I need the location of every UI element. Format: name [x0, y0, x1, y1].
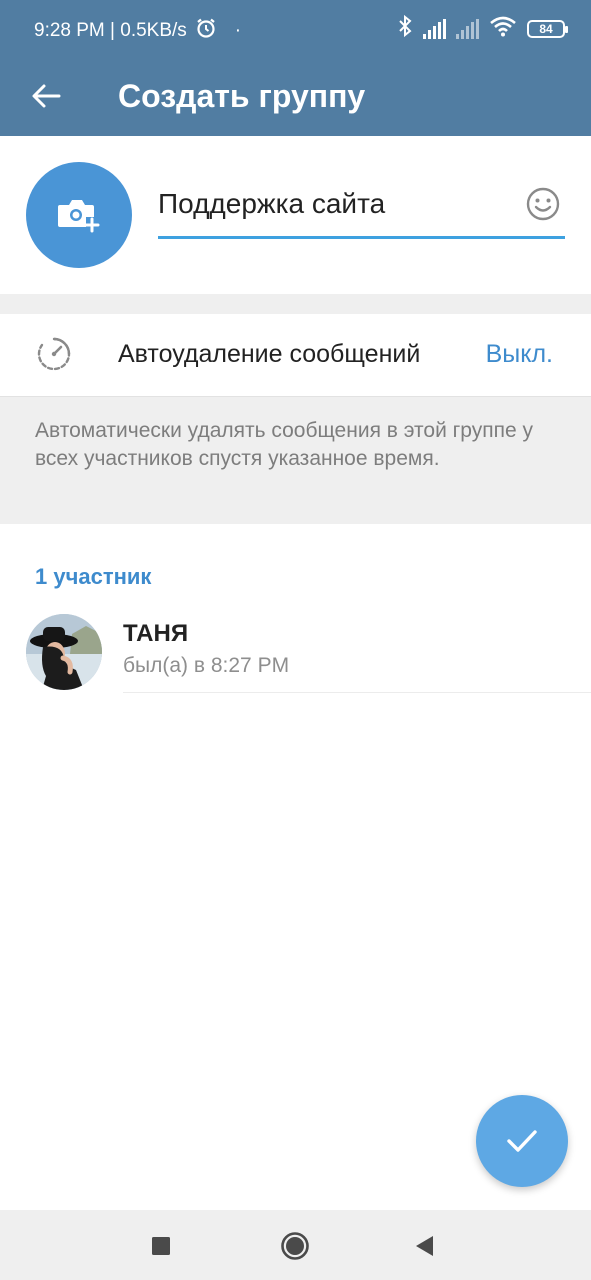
timer-icon [37, 337, 71, 371]
system-nav-bar [0, 1210, 591, 1280]
member-name: ТАНЯ [123, 620, 189, 647]
back-nav-button[interactable] [406, 1228, 442, 1264]
autodelete-hint: Автоматически удалять сообщения в этой г… [35, 419, 534, 470]
create-group-confirm-button[interactable] [476, 1095, 568, 1187]
arrow-left-icon [32, 84, 61, 108]
battery-icon: 84 [527, 19, 568, 38]
autodelete-row[interactable]: Автоудаление сообщений Выкл. [0, 314, 591, 396]
set-group-photo-button[interactable] [26, 162, 132, 268]
member-list-item[interactable]: ТАНЯ был(а) в 8:27 PM [0, 606, 591, 694]
status-time-speed: 9:28 PM | 0.5KB/s [34, 20, 187, 41]
autodelete-hint-block: Автоматически удалять сообщения в этой г… [0, 396, 591, 524]
status-right: 84 [397, 14, 568, 43]
signal-x-icon [456, 18, 479, 39]
group-header [0, 136, 591, 294]
group-name-input[interactable] [158, 188, 508, 220]
circle-icon [281, 1232, 309, 1260]
home-button[interactable] [277, 1228, 313, 1264]
wifi-icon [489, 15, 517, 42]
alarm-icon [195, 17, 217, 45]
signal-icon [423, 18, 446, 39]
app-bar: Создать группу [0, 56, 591, 136]
bluetooth-icon [397, 14, 413, 43]
smile-icon [526, 187, 560, 221]
members-count-header: 1 участник [35, 564, 152, 589]
camera-add-icon [58, 200, 100, 233]
recents-button[interactable] [143, 1228, 179, 1264]
page-title: Создать группу [118, 78, 366, 114]
back-button[interactable] [22, 72, 70, 120]
square-icon [152, 1237, 170, 1255]
check-icon [507, 1130, 537, 1152]
status-bar: 9:28 PM | 0.5KB/s · 84 [0, 0, 591, 56]
avatar [26, 614, 102, 690]
member-separator [123, 692, 591, 693]
status-left: 9:28 PM | 0.5KB/s · [34, 17, 241, 45]
triangle-back-icon [416, 1236, 433, 1256]
notification-dot: · [234, 20, 242, 41]
autodelete-value: Выкл. [485, 340, 553, 368]
member-last-seen: был(а) в 8:27 PM [123, 654, 290, 677]
emoji-button[interactable] [525, 186, 561, 222]
autodelete-label: Автоудаление сообщений [118, 340, 421, 368]
group-name-underline [158, 236, 565, 239]
section-divider [0, 294, 591, 314]
